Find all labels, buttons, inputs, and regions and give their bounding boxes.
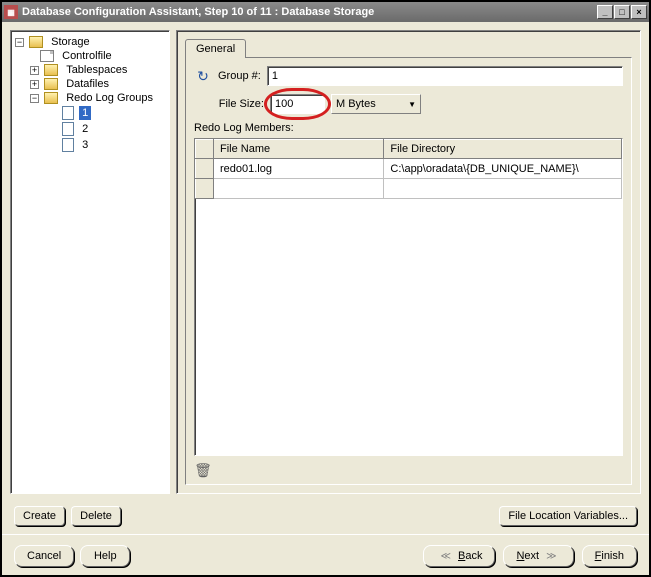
tree-label-group1[interactable]: 1 <box>79 106 91 120</box>
file-location-variables-button[interactable]: File Location Variables... <box>499 506 637 526</box>
redo-log-members-table[interactable]: File Name File Directory redo01.log C:\a… <box>194 138 623 456</box>
row-header[interactable] <box>196 179 214 199</box>
help-button[interactable]: Help <box>80 545 130 567</box>
folder-icon <box>44 64 58 76</box>
page-icon <box>62 138 74 152</box>
nav-right-group: ≪ Back Next ≫ Finish <box>423 545 637 567</box>
next-button[interactable]: Next ≫ <box>503 545 573 567</box>
app-icon: ▦ <box>4 5 18 19</box>
redo-log-members-label: Redo Log Members: <box>194 122 623 134</box>
table-row-empty[interactable] <box>196 179 622 199</box>
titlebar: ▦ Database Configuration Assistant, Step… <box>2 2 649 22</box>
cell-file-name[interactable]: redo01.log <box>214 159 384 179</box>
back-button[interactable]: ≪ Back <box>423 545 495 567</box>
chevron-down-icon: ▼ <box>408 100 416 109</box>
storage-tree[interactable]: − Storage Controlfile + Tablespaces + Da… <box>10 30 170 494</box>
window-frame: ▦ Database Configuration Assistant, Step… <box>0 0 651 577</box>
row-header-blank <box>196 140 214 159</box>
group-number-input[interactable] <box>267 66 623 86</box>
content-area: − Storage Controlfile + Tablespaces + Da… <box>2 22 649 502</box>
tree-node-controlfile[interactable]: Controlfile <box>15 49 165 63</box>
page-icon <box>62 122 74 136</box>
tree-label-datafiles[interactable]: Datafiles <box>63 77 112 91</box>
tree-label-group2[interactable]: 2 <box>79 122 91 136</box>
col-file-directory[interactable]: File Directory <box>384 140 622 159</box>
window-controls: _ □ × <box>597 5 647 19</box>
table-row[interactable]: redo01.log C:\app\oradata\{DB_UNIQUE_NAM… <box>196 159 622 179</box>
trash-icon[interactable]: 🗑 <box>194 460 212 480</box>
finish-button[interactable]: Finish <box>582 545 637 567</box>
nav-left-group: Cancel Help <box>14 545 130 567</box>
members-grid: File Name File Directory redo01.log C:\a… <box>195 139 622 199</box>
tree-node-datafiles[interactable]: + Datafiles <box>15 77 165 91</box>
create-button[interactable]: Create <box>14 506 65 526</box>
folder-icon <box>44 78 58 90</box>
filesize-label: File Size: <box>194 98 264 110</box>
back-button-wrap: ≪ Back <box>423 545 495 567</box>
tree-node-group3[interactable]: 3 <box>15 137 165 153</box>
chevron-right-icon: ≫ <box>542 551 560 562</box>
tab-general[interactable]: General <box>185 39 246 58</box>
tab-strip: General <box>185 39 632 58</box>
tab-content-general: ↻ Group #: File Size: M Bytes ▼ Redo Log <box>185 57 632 485</box>
panel-buttons-row: Create Delete File Location Variables... <box>2 502 649 530</box>
tree-root-storage[interactable]: − Storage <box>15 35 165 49</box>
filesize-input[interactable] <box>270 94 325 114</box>
folder-icon <box>44 92 58 104</box>
refresh-icon[interactable]: ↻ <box>194 67 212 85</box>
minimize-button[interactable]: _ <box>597 5 613 19</box>
folder-icon <box>29 36 43 48</box>
cell-empty[interactable] <box>384 179 622 199</box>
tree-label-controlfile[interactable]: Controlfile <box>59 49 115 63</box>
left-button-group: Create Delete <box>14 506 121 526</box>
wizard-nav-row: Cancel Help ≪ Back Next ≫ Finish <box>2 534 649 577</box>
filesize-row: File Size: M Bytes ▼ <box>194 94 623 114</box>
tree-node-tablespaces[interactable]: + Tablespaces <box>15 63 165 77</box>
cell-file-directory[interactable]: C:\app\oradata\{DB_UNIQUE_NAME}\ <box>384 159 622 179</box>
delete-button[interactable]: Delete <box>71 506 121 526</box>
col-file-name[interactable]: File Name <box>214 140 384 159</box>
chevron-left-icon: ≪ <box>436 551 454 562</box>
collapse-icon[interactable]: − <box>15 38 24 47</box>
tree-label-group3[interactable]: 3 <box>79 138 91 152</box>
file-icon <box>40 50 54 62</box>
cancel-button[interactable]: Cancel <box>14 545 74 567</box>
window-title: Database Configuration Assistant, Step 1… <box>22 6 597 18</box>
page-icon <box>62 106 74 120</box>
tree-node-group1[interactable]: 1 <box>15 105 165 121</box>
expand-icon[interactable]: + <box>30 66 39 75</box>
filesize-unit-value: M Bytes <box>336 98 376 110</box>
tree-label-tablespaces[interactable]: Tablespaces <box>63 63 130 77</box>
expand-icon[interactable]: + <box>30 80 39 89</box>
group-row: ↻ Group #: <box>194 66 623 86</box>
tree-label-redolog[interactable]: Redo Log Groups <box>63 91 156 105</box>
close-button[interactable]: × <box>631 5 647 19</box>
row-header[interactable] <box>196 159 214 179</box>
collapse-icon[interactable]: − <box>30 94 39 103</box>
cell-empty[interactable] <box>214 179 384 199</box>
tree-node-group2[interactable]: 2 <box>15 121 165 137</box>
tree-node-redolog[interactable]: − Redo Log Groups <box>15 91 165 105</box>
maximize-button[interactable]: □ <box>614 5 630 19</box>
group-label: Group #: <box>218 70 261 82</box>
tree-label-storage[interactable]: Storage <box>48 35 93 49</box>
filesize-unit-dropdown[interactable]: M Bytes ▼ <box>331 94 421 114</box>
filesize-highlight <box>270 94 325 114</box>
details-panel: General ↻ Group #: File Size: M Bytes <box>176 30 641 494</box>
